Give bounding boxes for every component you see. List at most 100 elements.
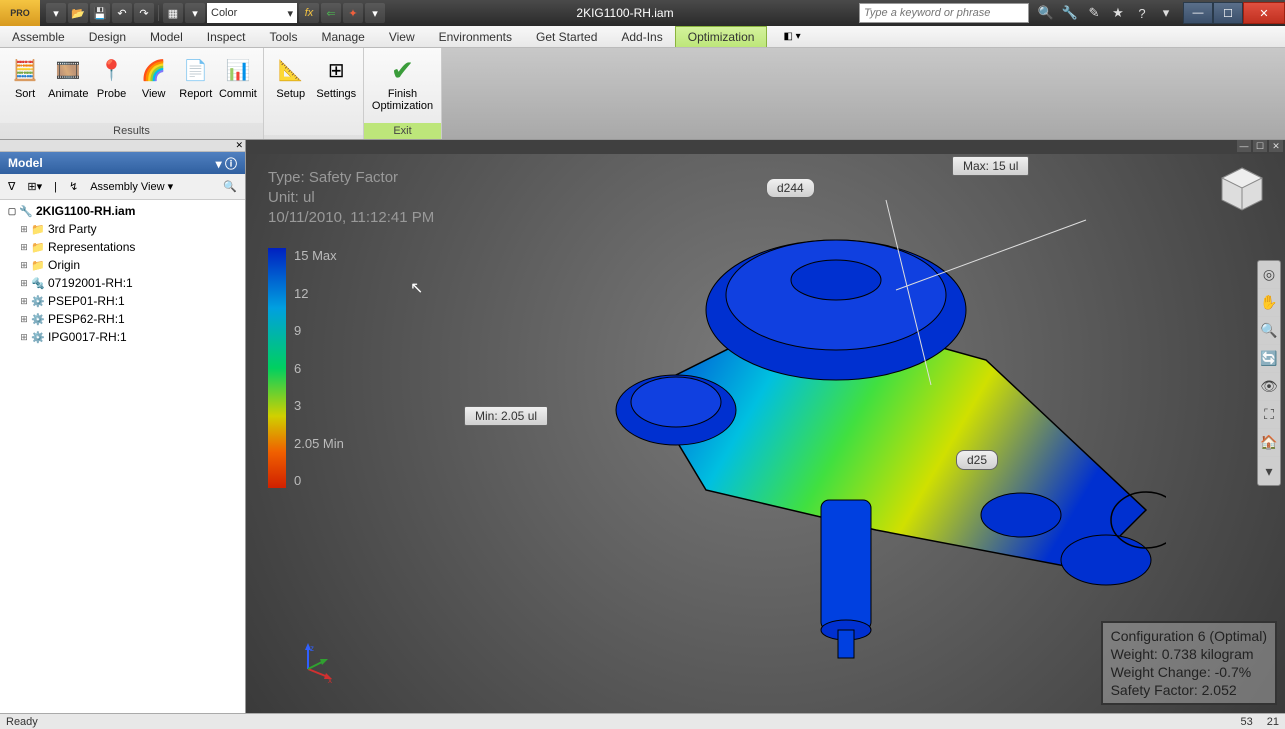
tree-item[interactable]: ⊞ 📁 Representations [2, 238, 243, 256]
legend-tick: 0 [294, 473, 344, 488]
hierarchy-icon[interactable]: ↯ [65, 178, 82, 195]
orbit-icon[interactable]: 🔄 [1258, 345, 1280, 373]
app-icon[interactable]: PRO [0, 0, 40, 26]
tree-label: PSEP01-RH:1 [48, 294, 125, 308]
3d-viewport[interactable]: — ☐ ✕ Type: Safety Factor Unit: ul 10/11… [246, 140, 1285, 713]
animate-button[interactable]: 🎞️Animate [48, 52, 88, 100]
settings-button[interactable]: ⊞Settings [316, 52, 358, 100]
commit-button[interactable]: 📊 Commit [219, 52, 257, 100]
viewport-titlebar: — ☐ ✕ [246, 140, 1285, 154]
viewport-maximize-button[interactable]: ☐ [1253, 140, 1267, 152]
search-box[interactable] [859, 3, 1029, 23]
qat-dropdown-icon[interactable]: ▾ [365, 3, 385, 23]
menu-tools[interactable]: Tools [257, 26, 309, 47]
report-button[interactable]: 📄Report [177, 52, 215, 100]
close-button[interactable]: ✕ [1243, 2, 1285, 24]
tree-item[interactable]: ⊞ ⚙️ PESP62-RH:1 [2, 310, 243, 328]
setup-button[interactable]: 📐Setup [270, 52, 312, 100]
menu-assemble[interactable]: Assemble [0, 26, 77, 47]
nav-dropdown-icon[interactable]: ▾ [1258, 457, 1280, 485]
filter-icon[interactable]: ∇ [4, 178, 19, 195]
zoom-icon[interactable]: 🔍 [1258, 317, 1280, 345]
probe-button[interactable]: 📍Probe [92, 52, 130, 100]
menu-add-ins[interactable]: Add-Ins [609, 26, 674, 47]
help-dropdown-icon[interactable]: ▾ [1157, 4, 1175, 22]
callout-max[interactable]: Max: 15 ul [952, 156, 1029, 176]
window-controls: — ☐ ✕ [1183, 2, 1285, 24]
favorites-icon[interactable]: ★ [1109, 4, 1127, 22]
menu-optimization[interactable]: Optimization [675, 26, 768, 47]
pan-icon[interactable]: ✋ [1258, 289, 1280, 317]
menu-inspect[interactable]: Inspect [195, 26, 258, 47]
expand-icon[interactable]: ⊞ [18, 296, 30, 307]
select-icon[interactable]: ▦ [163, 3, 183, 23]
expand-icon[interactable]: ⊞ [18, 278, 30, 289]
expand-icon[interactable]: ⊞ [18, 314, 30, 325]
search-input[interactable] [860, 4, 1028, 22]
commit-label: Commit [219, 88, 257, 100]
color-label: Color [211, 7, 237, 19]
sort-button[interactable]: 🧮Sort [6, 52, 44, 100]
tree-label: PESP62-RH:1 [48, 312, 125, 326]
assembly-view-dropdown[interactable]: Assembly View ▾ [86, 178, 177, 195]
steering-wheel-icon[interactable]: ◎ [1258, 261, 1280, 289]
communication-icon[interactable]: ✎ [1085, 4, 1103, 22]
fullnav-icon[interactable]: ⛶ [1258, 401, 1280, 429]
binoculars-icon[interactable]: 🔍 [1037, 4, 1055, 22]
menu-view[interactable]: View [377, 26, 427, 47]
legend-tick: 9 [294, 323, 344, 338]
return-icon[interactable]: ⇐ [321, 3, 341, 23]
expand-icon[interactable]: ⊞ [18, 224, 30, 235]
tree-item[interactable]: ⊞ ⚙️ PSEP01-RH:1 [2, 292, 243, 310]
finish-icon[interactable]: ✦ [343, 3, 363, 23]
fx-icon[interactable]: fx [299, 3, 319, 23]
tree-item[interactable]: ⊞ 📁 3rd Party [2, 220, 243, 238]
look-icon[interactable]: 👁 [1258, 373, 1280, 401]
tree-item[interactable]: ⊞ ⚙️ IPG0017-RH:1 [2, 328, 243, 346]
save-icon[interactable]: 💾 [90, 3, 110, 23]
menu-extra-icon[interactable]: ◧ ▾ [775, 26, 808, 47]
menu-design[interactable]: Design [77, 26, 138, 47]
tree-item[interactable]: ⊞ 🔩 07192001-RH:1 [2, 274, 243, 292]
material-icon[interactable]: ▾ [185, 3, 205, 23]
redo-icon[interactable]: ↷ [134, 3, 154, 23]
report-icon: 📄 [180, 54, 212, 86]
menu-model[interactable]: Model [138, 26, 195, 47]
model-tree[interactable]: ▢ 🔧 2KIG1100-RH.iam ⊞ 📁 3rd Party ⊞ 📁 Re… [0, 200, 245, 713]
find-icon[interactable]: 🔍 [219, 178, 241, 195]
callout-d244[interactable]: d244 [766, 178, 815, 198]
tree-root[interactable]: ▢ 🔧 2KIG1100-RH.iam [2, 202, 243, 220]
browser-close-button[interactable]: ✕ [0, 140, 245, 152]
viewport-close-button[interactable]: ✕ [1269, 140, 1283, 152]
finish-optimization-button[interactable]: ✔Finish Optimization [370, 52, 435, 112]
browser-header[interactable]: Model ▾ ⓘ [0, 152, 245, 174]
home-icon[interactable]: 🏠 [1258, 429, 1280, 457]
undo-icon[interactable]: ↶ [112, 3, 132, 23]
minimize-button[interactable]: — [1183, 2, 1213, 24]
expand-icon[interactable]: ⊞ [18, 242, 30, 253]
tree-item[interactable]: ⊞ 📁 Origin [2, 256, 243, 274]
result-type: Type: Safety Factor [268, 168, 434, 188]
view-cube[interactable] [1217, 164, 1267, 214]
title-bar: PRO ▾ 📂 💾 ↶ ↷ ▦ ▾ Color▾ fx ⇐ ✦ ▾ 2KIG11… [0, 0, 1285, 26]
expand-icon[interactable]: ⊞ [18, 332, 30, 343]
menu-environments[interactable]: Environments [427, 26, 524, 47]
callout-d25[interactable]: d25 [956, 450, 998, 470]
tree-toggle-icon[interactable]: ⊞▾ [23, 178, 46, 195]
menu-manage[interactable]: Manage [309, 26, 376, 47]
help-icon[interactable]: ? [1133, 4, 1151, 22]
callout-min[interactable]: Min: 2.05 ul [464, 406, 548, 426]
viewport-minimize-button[interactable]: — [1237, 140, 1251, 152]
subscription-icon[interactable]: 🔧 [1061, 4, 1079, 22]
maximize-button[interactable]: ☐ [1213, 2, 1243, 24]
animate-icon: 🎞️ [52, 54, 84, 86]
view-button[interactable]: 🌈View [135, 52, 173, 100]
open-icon[interactable]: 📂 [68, 3, 88, 23]
color-selector[interactable]: Color▾ [207, 3, 297, 23]
new-icon[interactable]: ▾ [46, 3, 66, 23]
commit-icon: 📊 [222, 54, 254, 86]
menu-get-started[interactable]: Get Started [524, 26, 609, 47]
collapse-icon[interactable]: ▢ [6, 206, 18, 217]
expand-icon[interactable]: ⊞ [18, 260, 30, 271]
tree-label: 3rd Party [48, 222, 97, 236]
